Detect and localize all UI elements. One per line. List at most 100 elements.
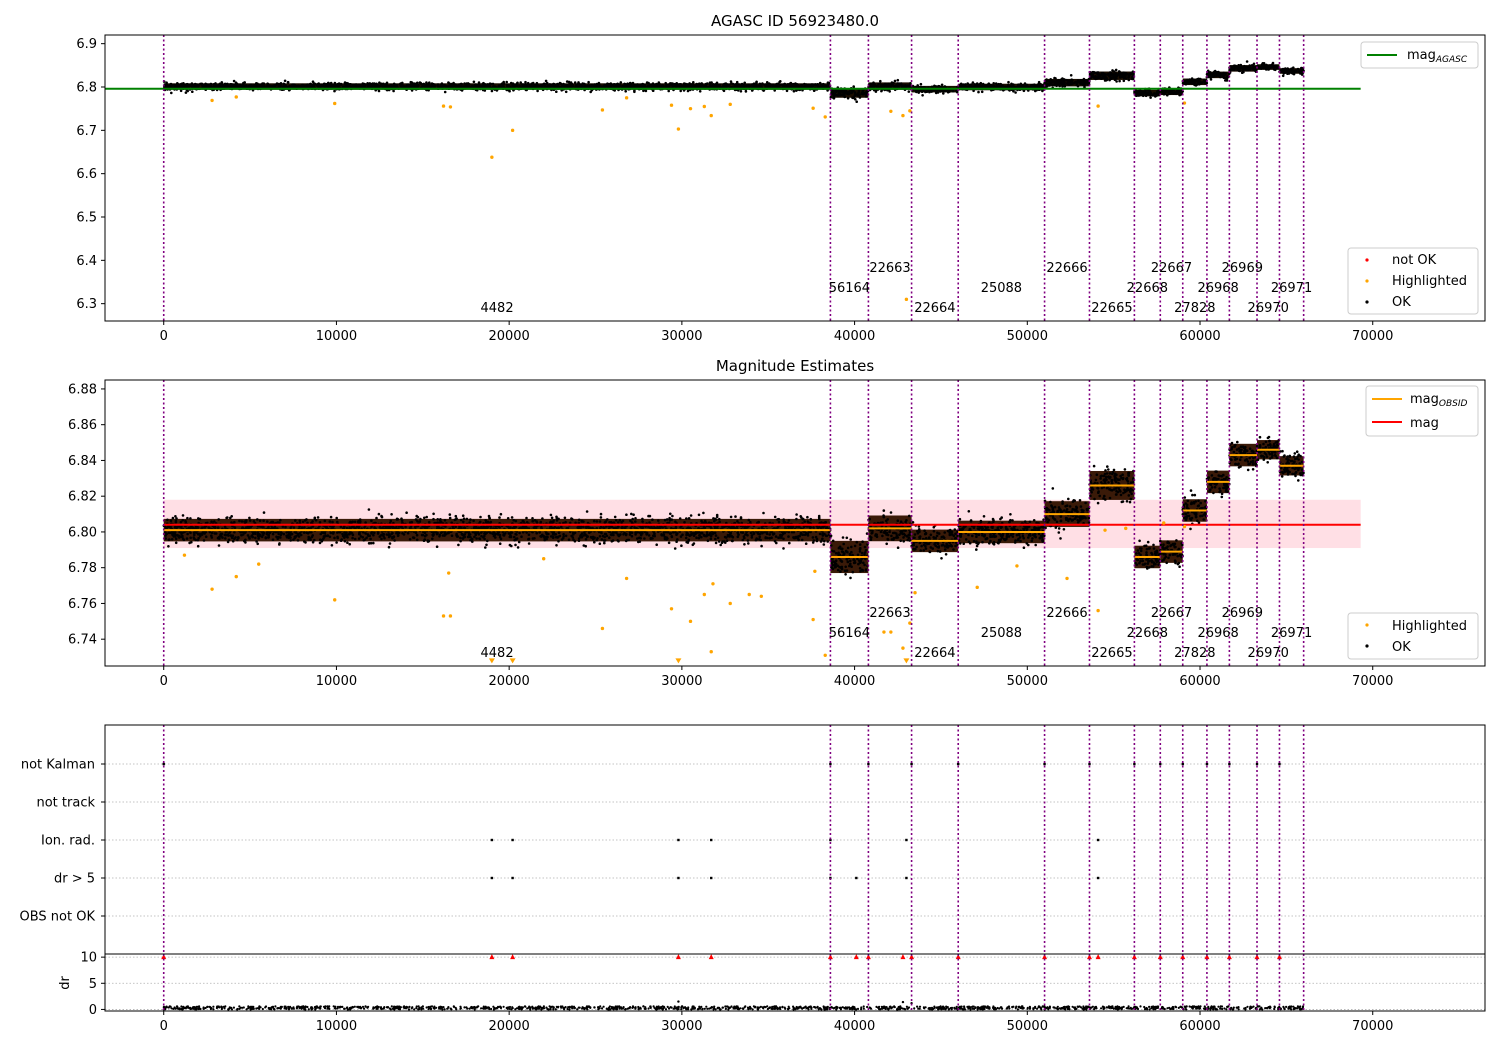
ok-point <box>190 540 193 544</box>
ok-point <box>655 543 658 546</box>
ok-point <box>1284 67 1287 70</box>
ok-point <box>592 84 596 88</box>
ok-point <box>1123 71 1126 75</box>
ok-point <box>387 545 391 549</box>
ok-point <box>216 85 219 88</box>
ok-point <box>1141 94 1145 98</box>
ok-point <box>302 531 306 534</box>
ok-point <box>1224 79 1227 82</box>
obsid-label: 56164 <box>829 281 870 296</box>
ok-point <box>625 513 628 516</box>
ok-point <box>167 538 171 542</box>
ok-point <box>1286 72 1289 75</box>
ok-point <box>357 537 361 540</box>
ok-point <box>1286 69 1289 73</box>
ok-point <box>555 519 559 522</box>
ok-point <box>1092 70 1096 74</box>
ok-point <box>804 542 808 545</box>
ok-point <box>443 519 447 522</box>
ok-point <box>989 84 993 87</box>
ok-point <box>1137 91 1141 95</box>
obsid-label: 22664 <box>914 301 955 316</box>
ok-point <box>678 83 682 87</box>
ok-point <box>243 81 246 84</box>
ok-point <box>456 84 460 88</box>
ok-point <box>1100 77 1103 80</box>
ok-point <box>493 85 497 88</box>
ok-point <box>771 83 775 87</box>
ok-point <box>763 83 766 87</box>
ok-point <box>1281 67 1285 71</box>
ok-point <box>675 82 679 85</box>
ok-point <box>666 84 670 87</box>
y-tick-label: 6.9 <box>76 37 97 52</box>
ok-point <box>695 536 698 539</box>
ok-point <box>1175 90 1178 94</box>
ok-point <box>788 541 791 545</box>
ok-point <box>933 84 936 88</box>
ok-point <box>619 84 622 87</box>
ok-point <box>545 82 549 85</box>
ok-point <box>326 82 330 85</box>
ok-point <box>603 541 606 545</box>
ok-point <box>565 80 569 83</box>
ok-point <box>916 84 919 87</box>
ok-point <box>1262 66 1266 69</box>
ok-point <box>524 80 527 84</box>
ok-point <box>800 538 804 542</box>
ok-point <box>587 80 590 84</box>
ok-point <box>225 516 228 520</box>
ok-point <box>383 85 386 88</box>
ok-point <box>580 532 584 535</box>
ok-point <box>1103 76 1106 80</box>
ok-point <box>223 85 226 88</box>
ok-point <box>556 536 559 539</box>
ok-point <box>584 538 588 541</box>
ok-point <box>1091 73 1094 77</box>
ok-point <box>248 537 251 540</box>
ok-point <box>599 525 603 529</box>
ok-point <box>785 89 789 93</box>
ok-point <box>421 84 425 88</box>
x-tick-label: 20000 <box>488 329 529 344</box>
ok-point <box>752 85 755 88</box>
ok-point <box>477 81 481 84</box>
highlighted-point <box>904 297 909 302</box>
ok-point <box>793 85 796 88</box>
ok-point <box>731 82 735 86</box>
ok-point <box>796 83 800 87</box>
ok-point <box>531 519 534 523</box>
ok-point <box>759 538 762 542</box>
y-tick-label: 6.86 <box>68 418 97 433</box>
ok-point <box>553 526 557 529</box>
highlighted-point <box>709 113 713 118</box>
ok-point <box>254 82 258 85</box>
ok-point <box>541 517 544 520</box>
ok-point <box>825 534 829 538</box>
ok-point <box>576 82 580 86</box>
ok-point <box>258 519 262 522</box>
highlighted-point <box>624 96 629 100</box>
ok-point <box>1139 93 1142 97</box>
ok-point <box>1162 93 1166 96</box>
ok-point <box>179 89 183 93</box>
ok-point <box>908 85 911 88</box>
highlighted-point <box>510 128 515 133</box>
ok-point <box>743 543 746 546</box>
ok-point <box>896 78 900 82</box>
ok-point <box>361 82 365 85</box>
ok-point <box>450 84 454 87</box>
ok-point <box>1196 77 1199 81</box>
ok-point <box>419 517 422 521</box>
ok-point <box>770 536 773 539</box>
x-tick-label: 70000 <box>1352 674 1393 689</box>
ok-point <box>498 516 501 519</box>
ok-point <box>719 543 722 547</box>
ok-point <box>336 536 340 540</box>
ok-point <box>570 82 573 86</box>
ok-point <box>1012 85 1015 88</box>
ok-point <box>516 546 520 549</box>
ok-point <box>390 85 394 88</box>
ok-point <box>981 82 985 86</box>
ok-point <box>1105 79 1108 82</box>
